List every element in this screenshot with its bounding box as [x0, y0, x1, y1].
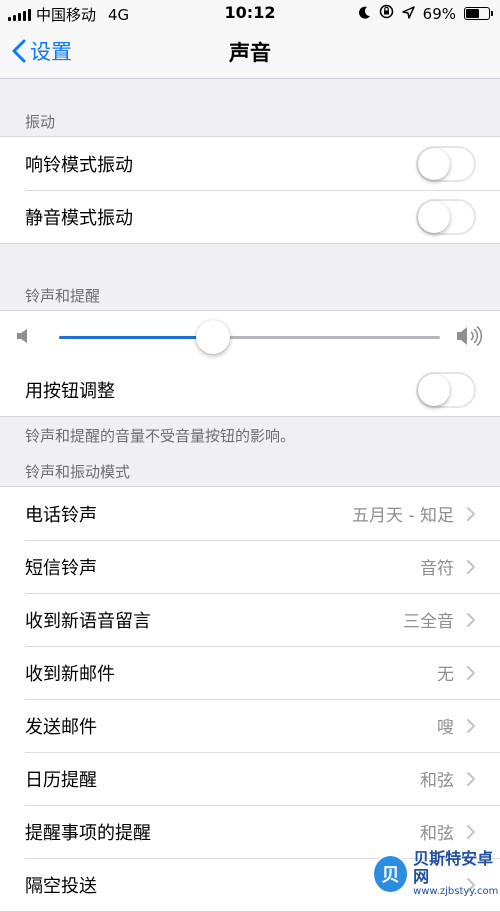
location-icon — [401, 5, 415, 23]
chevron-right-icon — [467, 613, 475, 627]
row-label: 收到新邮件 — [25, 663, 115, 685]
row-value: 无 — [437, 665, 454, 685]
chevron-right-icon — [467, 772, 475, 786]
pattern-row[interactable]: 发送邮件 嗖 — [0, 699, 500, 752]
rotation-lock-icon — [379, 4, 394, 23]
row-label: 日历提醒 — [25, 769, 97, 791]
row-value: 和弦 — [420, 771, 454, 791]
row-label: 电话铃声 — [25, 504, 97, 526]
chevron-right-icon — [467, 666, 475, 680]
row-label: 响铃模式振动 — [25, 154, 133, 176]
row-label: 发送邮件 — [25, 716, 97, 738]
battery-percent: 69% — [422, 4, 456, 23]
chevron-right-icon — [467, 507, 475, 521]
row-value: 音符 — [420, 559, 454, 579]
battery-icon — [464, 7, 493, 20]
row-label: 用按钮调整 — [25, 380, 115, 402]
pattern-row[interactable]: 短信铃声 音符 — [0, 540, 500, 593]
row-label: 静音模式振动 — [25, 207, 133, 229]
volume-slider[interactable] — [59, 320, 440, 354]
pattern-row[interactable]: 收到新语音留言 三全音 — [0, 593, 500, 646]
watermark-url: www.zjbstyy.com — [413, 886, 499, 897]
volume-low-icon — [17, 329, 27, 343]
change-with-buttons-toggle[interactable] — [416, 371, 476, 408]
slider-thumb[interactable] — [196, 320, 231, 354]
section-header-patterns: 铃声和振动模式 — [25, 463, 131, 481]
watermark-name: 贝斯特安卓网 — [413, 849, 494, 886]
vibrate-on-silent-row: 静音模式振动 — [0, 190, 500, 243]
row-label: 收到新语音留言 — [25, 610, 151, 632]
pattern-row[interactable]: 电话铃声 五月天 - 知足 — [0, 487, 500, 540]
watermark: 贝 贝斯特安卓网 www.zjbstyy.com — [372, 850, 500, 898]
page-title: 声音 — [229, 41, 271, 65]
row-value: 三全音 — [403, 612, 454, 632]
ringer-footer-note: 铃声和提醒的音量不受音量按钮的影响。 — [25, 427, 296, 445]
volume-slider-row — [0, 311, 500, 363]
vibrate-on-silent-toggle[interactable] — [416, 198, 476, 235]
watermark-logo: 贝 — [372, 854, 410, 894]
toggle-knob — [418, 373, 450, 406]
vibrate-on-ring-toggle[interactable] — [416, 145, 476, 182]
row-value: 五月天 - 知足 — [352, 506, 454, 526]
status-bar: 中国移动 4G 10:12 69% — [0, 0, 500, 26]
ringer-group: 用按钮调整 — [0, 310, 500, 417]
row-value: 和弦 — [420, 824, 454, 844]
chevron-right-icon — [467, 560, 475, 574]
toggle-knob — [418, 200, 450, 233]
navigation-bar: 设置 声音 — [0, 26, 500, 79]
moon-icon — [358, 5, 371, 23]
toggle-knob — [418, 147, 450, 180]
slider-fill — [59, 336, 214, 339]
chevron-right-icon — [467, 719, 475, 733]
pattern-row[interactable]: 日历提醒 和弦 — [0, 752, 500, 805]
battery-fill — [466, 9, 480, 18]
row-value: 嗖 — [437, 718, 454, 738]
status-right: 69% — [358, 4, 493, 23]
volume-high-icon — [457, 325, 483, 347]
change-with-buttons-row: 用按钮调整 — [0, 363, 500, 416]
section-header-ringer: 铃声和提醒 — [25, 287, 101, 305]
section-header-vibration: 振动 — [25, 113, 56, 131]
row-label: 隔空投送 — [25, 875, 97, 897]
vibration-group: 响铃模式振动 静音模式振动 — [0, 136, 500, 244]
chevron-right-icon — [467, 825, 475, 839]
row-label: 短信铃声 — [25, 557, 97, 579]
vibrate-on-ring-row: 响铃模式振动 — [0, 137, 500, 190]
row-label: 提醒事项的提醒 — [25, 822, 151, 844]
pattern-row[interactable]: 收到新邮件 无 — [0, 646, 500, 699]
